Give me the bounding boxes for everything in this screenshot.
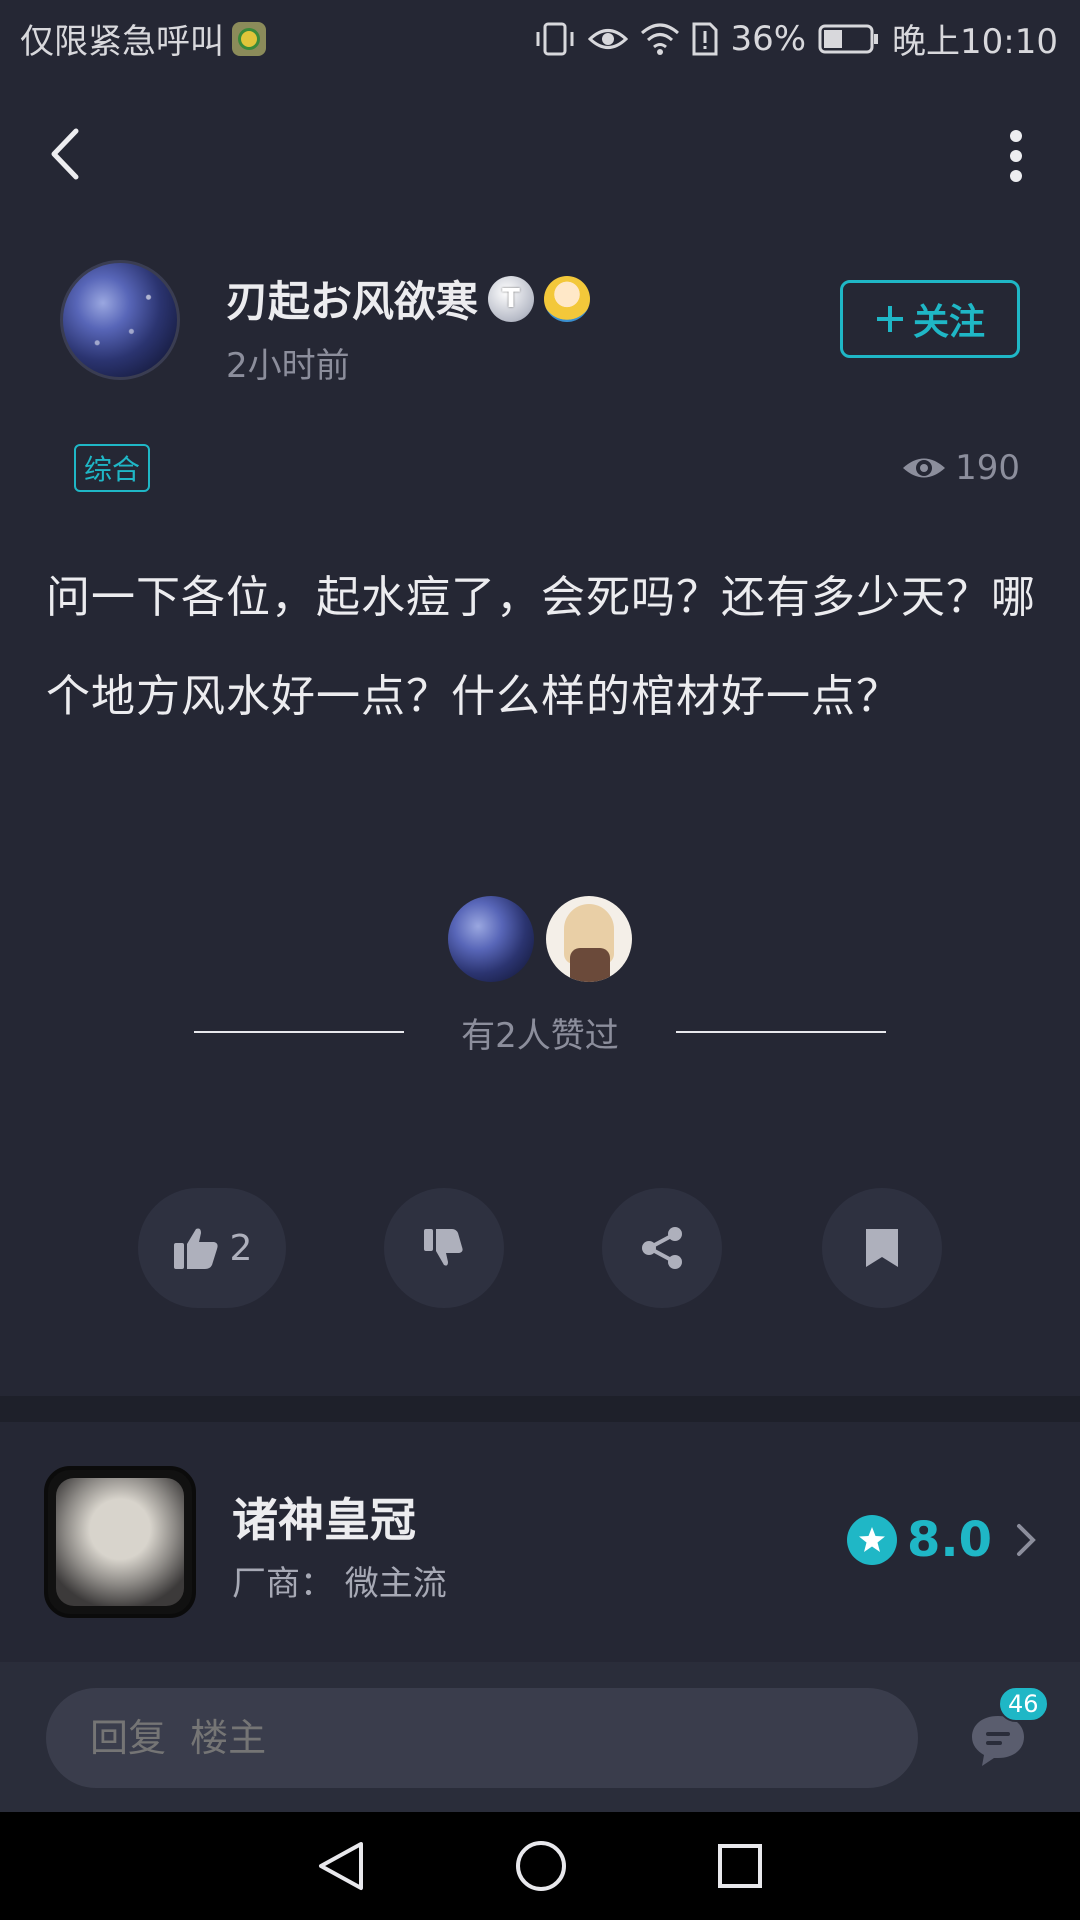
bookmark-icon [866,1229,898,1267]
dislike-button[interactable] [384,1188,504,1308]
view-count: 190 [901,444,1020,492]
plus-icon [876,306,903,332]
like-button[interactable]: 2 [138,1188,286,1308]
share-button[interactable] [602,1188,722,1308]
divider-line [194,1031,404,1033]
character-badge-icon [544,275,591,322]
back-button[interactable] [40,122,88,186]
nav-home-icon[interactable] [515,1840,567,1892]
nav-recents-icon[interactable] [717,1843,763,1889]
rating-score: 8.0 [906,1512,992,1568]
game-icon[interactable] [44,1466,196,1618]
category-tag[interactable]: 综合 [74,444,151,492]
more-dot-icon [1010,130,1022,142]
nav-back-icon[interactable] [317,1840,365,1892]
thumbs-up-icon [173,1228,218,1269]
author-name-row[interactable]: 刃起お风欲寒 T [226,268,591,329]
star-icon [846,1515,897,1565]
thumbs-down-icon [424,1229,463,1266]
game-vendor: 厂商： 微主流 [232,1564,447,1604]
post-content: 问一下各位，起水痘了，会死吗？还有多少天？哪个地方风水好一点？什么样的棺材好一点… [46,572,1036,722]
game-rating[interactable]: 8.0 [846,1512,1036,1568]
level-badge-icon: T [488,275,535,322]
eye-comfort-icon [588,28,629,49]
chevron-right-icon [1017,1524,1036,1556]
liker-avatar[interactable] [546,896,632,982]
share-icon [642,1227,682,1269]
author-avatar[interactable] [60,260,180,380]
divider-line [676,1031,886,1033]
section-divider [0,1396,1080,1422]
clock: 晚上10:10 [892,22,1058,62]
comment-count-badge: 46 [998,1686,1049,1722]
carrier-text: 仅限紧急呼叫 [20,22,224,62]
post-time: 2小时前 [226,346,350,386]
reply-input[interactable] [46,1688,918,1788]
battery-percent: 36% [730,18,807,59]
view-count-value: 190 [955,448,1020,488]
more-options-button[interactable] [996,126,1036,186]
game-title[interactable]: 诸神皇冠 [232,1484,416,1550]
liker-avatar[interactable] [448,896,534,982]
bookmark-button[interactable] [822,1188,942,1308]
wifi-icon [641,23,680,55]
battery-icon [818,24,879,53]
liked-summary[interactable]: 有2人赞过 [404,1008,676,1057]
system-nav-bar [0,1812,1080,1920]
vibrate-icon [536,22,574,55]
sim-alert-icon [692,22,718,55]
more-dot-icon [1010,170,1022,182]
emergency-app-icon [232,21,266,56]
status-right: 36% 晚上10:10 [534,14,1058,63]
back-arrow-icon [51,128,79,180]
follow-button[interactable]: 关注 [840,280,1020,358]
author-name[interactable]: 刃起お风欲寒 [226,268,478,329]
like-count: 2 [229,1227,253,1269]
eye-icon [903,458,946,478]
more-dot-icon [1010,150,1022,162]
follow-label: 关注 [912,301,985,342]
status-left: 仅限紧急呼叫 [20,14,266,63]
